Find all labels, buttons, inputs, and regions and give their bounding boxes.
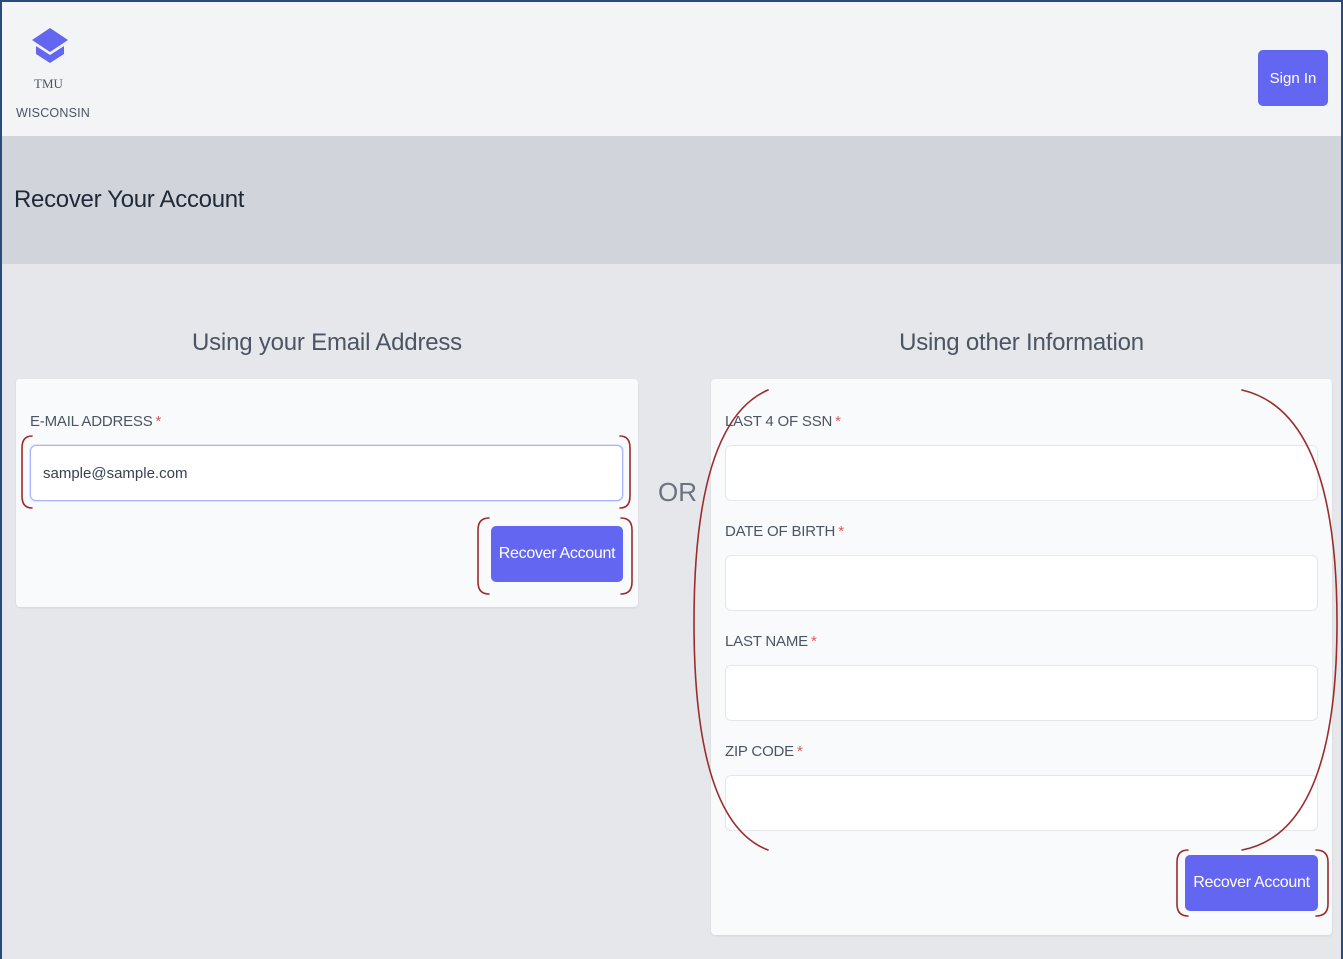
annotation-bracket-right [1315, 849, 1329, 917]
app-window: TMU WISCONSIN Sign In Recover Your Accou… [0, 0, 1343, 959]
annotation-bracket-right [619, 435, 631, 509]
annotation-bracket-left [1176, 849, 1189, 917]
annotation-highlights [21, 389, 1338, 917]
annotation-bracket-left [693, 389, 769, 851]
annotation-bracket-right [620, 517, 633, 595]
annotation-bracket-left [21, 435, 33, 509]
annotation-bracket-left [477, 517, 490, 595]
annotation-bracket-right [1241, 389, 1338, 851]
